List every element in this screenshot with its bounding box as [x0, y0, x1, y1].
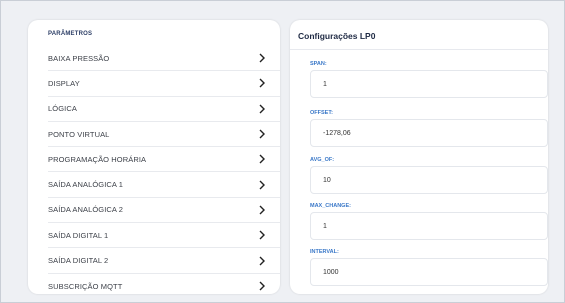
chevron-right-icon	[259, 205, 265, 215]
menu-item-label: SAÍDA DIGITAL 2	[48, 256, 109, 266]
parameters-menu: BAIXA PRESSÃO DISPLAY LÓGICA PONTO VIRTU…	[48, 46, 280, 294]
menu-item-label: SAÍDA ANALÓGICA 2	[48, 205, 124, 215]
chevron-right-icon	[259, 281, 265, 291]
field-max-change: MAX_CHANGE: 1	[310, 203, 548, 240]
field-span: SPAN: 1	[310, 61, 548, 98]
field-label: INTERVAL:	[310, 249, 339, 255]
chevron-right-icon	[259, 129, 265, 139]
chevron-right-icon	[259, 104, 265, 114]
menu-item-ponto-virtual[interactable]: PONTO VIRTUAL	[48, 122, 280, 148]
chevron-right-icon	[259, 154, 265, 164]
menu-item-label: PONTO VIRTUAL	[48, 129, 110, 139]
offset-input[interactable]: -1278,06	[310, 119, 548, 147]
field-label: OFFSET:	[310, 110, 333, 116]
chevron-right-icon	[259, 78, 265, 88]
menu-item-saida-digital-2[interactable]: SAÍDA DIGITAL 2	[48, 248, 280, 274]
field-label: MAX_CHANGE:	[310, 203, 351, 209]
menu-item-label: SAÍDA DIGITAL 1	[48, 230, 109, 240]
menu-item-saida-analogica-2[interactable]: SAÍDA ANALÓGICA 2	[48, 198, 280, 224]
menu-item-label: PROGRAMAÇÃO HORÁRIA	[48, 154, 147, 164]
chevron-right-icon	[259, 180, 265, 190]
parameters-title: PARÂMETROS	[48, 31, 93, 37]
config-panel: Configurações LP0 SPAN: 1 OFFSET: -1278,…	[290, 20, 548, 294]
menu-item-label: LÓGICA	[48, 104, 77, 114]
divider	[290, 49, 548, 50]
menu-item-label: SAÍDA ANALÓGICA 1	[48, 180, 124, 190]
field-label: SPAN:	[310, 61, 327, 67]
field-offset: OFFSET: -1278,06	[310, 110, 548, 147]
menu-item-label: DISPLAY	[48, 78, 80, 88]
menu-item-subscricao-mqtt[interactable]: SUBSCRIÇÃO MQTT	[48, 274, 280, 294]
max-change-input[interactable]: 1	[310, 212, 548, 240]
menu-item-logica[interactable]: LÓGICA	[48, 97, 280, 122]
chevron-right-icon	[259, 256, 265, 266]
span-input[interactable]: 1	[310, 70, 548, 98]
menu-item-saida-digital-1[interactable]: SAÍDA DIGITAL 1	[48, 223, 280, 249]
config-title: Configurações LP0	[298, 31, 376, 41]
menu-item-display[interactable]: DISPLAY	[48, 71, 280, 97]
field-avg-of: AVG_OF: 10	[310, 157, 548, 194]
parameters-panel: PARÂMETROS BAIXA PRESSÃO DISPLAY LÓGICA …	[28, 20, 280, 294]
interval-input[interactable]: 1000	[310, 258, 548, 286]
menu-item-baixa-pressao[interactable]: BAIXA PRESSÃO	[48, 46, 280, 72]
chevron-right-icon	[259, 230, 265, 240]
chevron-right-icon	[259, 53, 265, 63]
avg-of-input[interactable]: 10	[310, 166, 548, 194]
field-label: AVG_OF:	[310, 157, 335, 163]
menu-item-label: BAIXA PRESSÃO	[48, 53, 110, 63]
menu-item-programacao-horaria[interactable]: PROGRAMAÇÃO HORÁRIA	[48, 147, 280, 173]
field-interval: INTERVAL: 1000	[310, 249, 548, 286]
menu-item-label: SUBSCRIÇÃO MQTT	[48, 281, 123, 291]
menu-item-saida-analogica-1[interactable]: SAÍDA ANALÓGICA 1	[48, 172, 280, 198]
